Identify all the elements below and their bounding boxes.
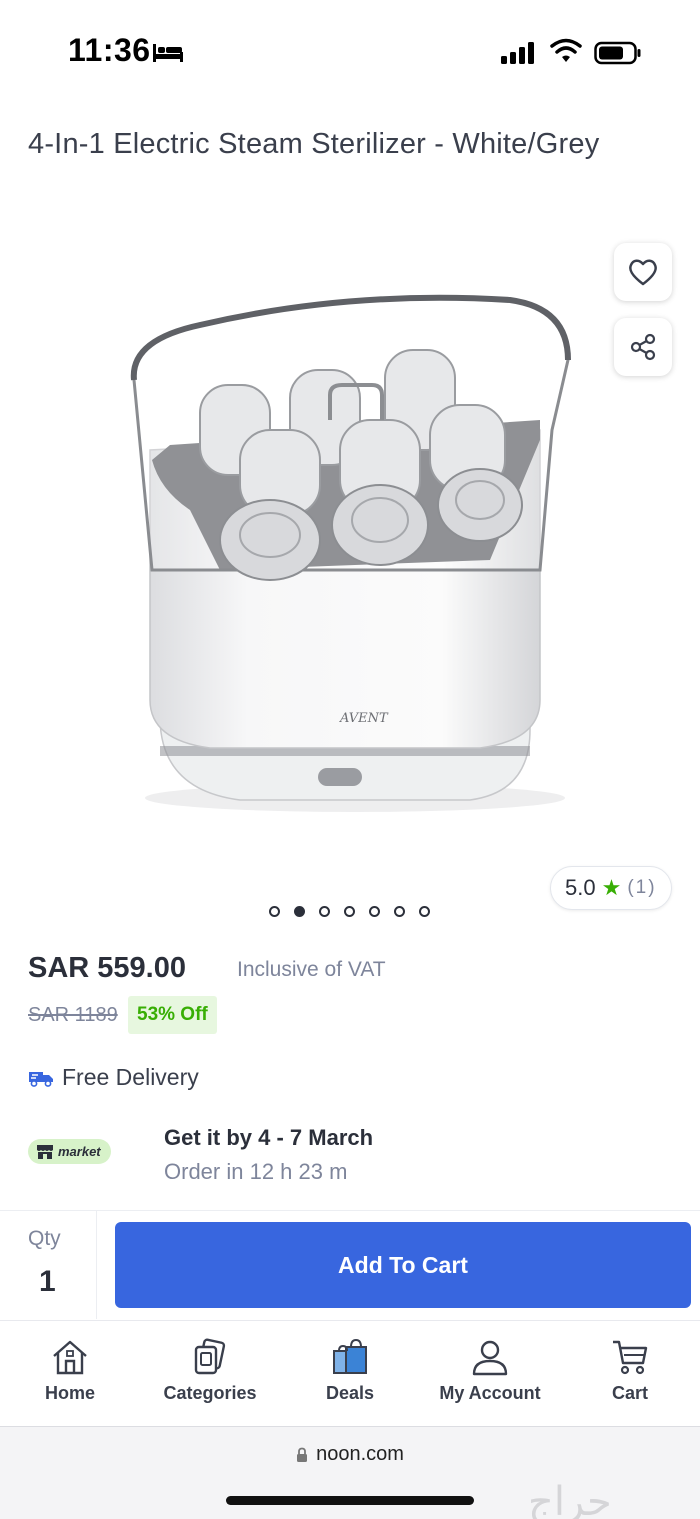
free-delivery-text: Free Delivery	[62, 1064, 199, 1090]
nav-my-account-label: My Account	[439, 1383, 541, 1403]
nav-home[interactable]: Home	[0, 1321, 140, 1427]
lock-icon	[297, 1447, 308, 1462]
market-badge: market	[28, 1139, 111, 1164]
market-label: market	[58, 1144, 101, 1159]
nav-deals-label: Deals	[325, 1383, 375, 1403]
sleep-bed-icon	[153, 44, 183, 62]
gallery-dot[interactable]	[369, 906, 380, 917]
categories-icon	[194, 1338, 226, 1375]
order-countdown: Order in 12 h 23 m	[164, 1159, 348, 1184]
url-field[interactable]: noon.com	[0, 1443, 700, 1466]
gallery-dot[interactable]	[394, 906, 405, 917]
nav-categories[interactable]: Categories	[140, 1321, 280, 1427]
product-image[interactable]: AVENT	[90, 270, 610, 830]
battery-icon	[594, 41, 641, 65]
nav-cart-label: Cart	[611, 1383, 648, 1403]
gallery-dot[interactable]	[294, 906, 305, 917]
bottom-navigation: Home Categories Deals My Account Cart	[0, 1320, 700, 1426]
gallery-dot[interactable]	[269, 906, 280, 917]
browser-address-bar: noon.com حراج	[0, 1426, 700, 1519]
vat-note: Inclusive of VAT	[237, 958, 386, 981]
delivery-truck-icon	[29, 1071, 53, 1087]
cell-signal-icon	[501, 42, 534, 64]
quantity-selector[interactable]: Qty 1	[0, 1211, 97, 1319]
deals-bag-icon	[333, 1338, 367, 1374]
home-icon	[53, 1340, 87, 1375]
free-delivery-row: Free Delivery	[28, 1064, 199, 1091]
store-icon	[37, 1144, 53, 1159]
nav-cart[interactable]: Cart	[560, 1321, 700, 1427]
current-price: SAR 559.00	[28, 952, 186, 984]
home-indicator[interactable]	[226, 1496, 474, 1505]
url-text: noon.com	[316, 1443, 404, 1465]
watermark: حراج	[528, 1479, 612, 1519]
share-icon	[630, 333, 656, 361]
wishlist-button[interactable]	[614, 243, 672, 301]
discount-badge: 53% Off	[128, 996, 217, 1034]
add-to-cart-bar: Qty 1 Add To Cart	[0, 1210, 700, 1320]
rating-value: 5.0	[565, 875, 596, 900]
account-icon	[472, 1340, 508, 1376]
cart-icon	[613, 1340, 648, 1375]
qty-value: 1	[39, 1265, 56, 1298]
product-title: 4-In-1 Electric Steam Sterilizer - White…	[28, 128, 600, 160]
nav-deals[interactable]: Deals	[280, 1321, 420, 1427]
status-bar: 11:36	[0, 0, 700, 100]
star-icon: ★	[601, 875, 622, 900]
nav-categories-label: Categories	[163, 1383, 257, 1403]
qty-label: Qty	[28, 1227, 61, 1250]
delivery-estimate: Get it by 4 - 7 March	[164, 1125, 374, 1150]
gallery-dot[interactable]	[419, 906, 430, 917]
nav-my-account[interactable]: My Account	[420, 1321, 560, 1427]
nav-home-label: Home	[44, 1383, 95, 1403]
heart-icon	[629, 259, 657, 286]
brand-mark: AVENT	[339, 711, 389, 726]
wifi-icon	[550, 38, 582, 62]
rating-count: (1)	[627, 877, 657, 898]
old-price: SAR 1189	[28, 1004, 118, 1026]
status-time: 11:36	[68, 32, 151, 68]
gallery-dot[interactable]	[344, 906, 355, 917]
add-to-cart-button[interactable]: Add To Cart	[115, 1222, 691, 1308]
share-button[interactable]	[614, 318, 672, 376]
rating-chip[interactable]: 5.0 ★ (1)	[550, 866, 672, 910]
gallery-pagination[interactable]	[269, 906, 430, 917]
gallery-dot[interactable]	[319, 906, 330, 917]
